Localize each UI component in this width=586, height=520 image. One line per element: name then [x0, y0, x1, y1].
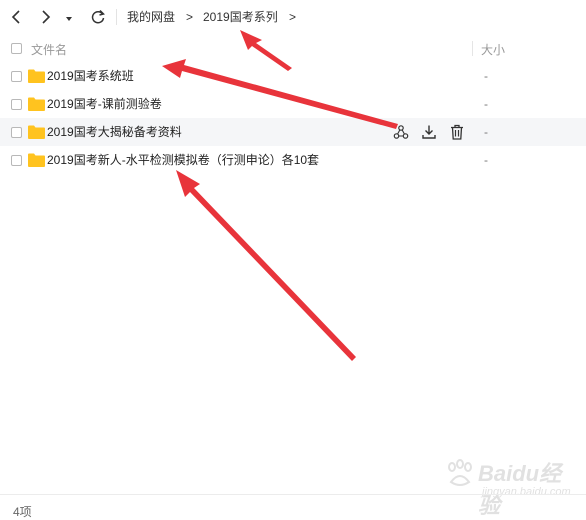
- folder-icon: [28, 125, 45, 139]
- forward-icon[interactable]: [36, 6, 56, 28]
- download-icon[interactable]: [420, 123, 438, 141]
- file-row[interactable]: 2019国考系统班 -: [0, 62, 586, 90]
- breadcrumb-current[interactable]: 2019国考系列: [203, 9, 278, 25]
- file-row[interactable]: 2019国考大揭秘备考资料 -: [0, 118, 586, 146]
- file-list-header: 文件名 大小: [0, 36, 586, 62]
- annotation-arrow: [176, 170, 356, 361]
- file-size: -: [484, 153, 488, 167]
- toolbar: 我的网盘 > 2019国考系列 >: [0, 0, 586, 34]
- baidu-watermark: Baidu经验 jingyan.baidu.com: [444, 456, 580, 518]
- breadcrumb-root[interactable]: 我的网盘: [127, 9, 175, 25]
- toolbar-divider: [116, 9, 117, 25]
- row-checkbox[interactable]: [11, 155, 22, 166]
- select-all-checkbox[interactable]: [11, 43, 22, 54]
- file-row[interactable]: 2019国考新人-水平检测模拟卷（行测申论）各10套 -: [0, 146, 586, 174]
- folder-icon: [28, 153, 45, 167]
- column-header-name[interactable]: 文件名: [31, 41, 67, 58]
- breadcrumb-separator: >: [186, 10, 194, 24]
- dropdown-icon[interactable]: [62, 6, 76, 28]
- file-size: -: [484, 97, 488, 111]
- folder-icon: [28, 69, 45, 83]
- back-icon[interactable]: [7, 6, 27, 28]
- file-name[interactable]: 2019国考系统班: [47, 68, 134, 84]
- file-name[interactable]: 2019国考新人-水平检测模拟卷（行测申论）各10套: [47, 152, 319, 168]
- column-resize-handle[interactable]: [472, 41, 473, 56]
- row-checkbox[interactable]: [11, 127, 22, 138]
- column-header-size[interactable]: 大小: [481, 41, 505, 58]
- file-name[interactable]: 2019国考大揭秘备考资料: [47, 124, 182, 140]
- share-icon[interactable]: [392, 123, 410, 141]
- delete-icon[interactable]: [448, 123, 466, 141]
- file-size: -: [484, 125, 488, 139]
- watermark-url: jingyan.baidu.com: [482, 486, 571, 498]
- file-size: -: [484, 69, 488, 83]
- breadcrumb-separator: >: [289, 10, 297, 24]
- row-checkbox[interactable]: [11, 99, 22, 110]
- folder-icon: [28, 97, 45, 111]
- paw-logo-icon: [448, 459, 472, 486]
- footer-divider: [0, 494, 586, 495]
- refresh-icon[interactable]: [88, 6, 108, 28]
- file-row[interactable]: 2019国考-课前测验卷 -: [0, 90, 586, 118]
- row-checkbox[interactable]: [11, 71, 22, 82]
- file-name[interactable]: 2019国考-课前测验卷: [47, 96, 162, 112]
- item-count: 4项: [13, 505, 32, 519]
